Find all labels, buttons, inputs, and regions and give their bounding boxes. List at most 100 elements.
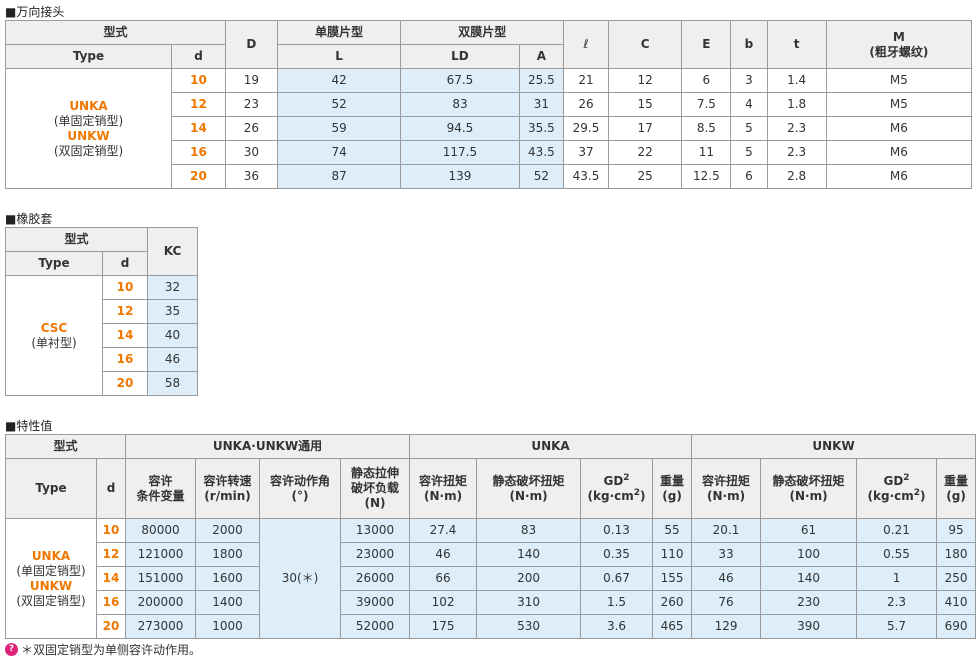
cell-unka-torque: 66 xyxy=(409,566,478,591)
cell-d: 10 xyxy=(101,275,149,300)
header-C: C xyxy=(607,20,683,69)
cell-unka-torque: 27.4 xyxy=(409,518,478,543)
cell-M: M5 xyxy=(825,68,973,93)
cell-E: 7.5 xyxy=(681,92,732,117)
cell-unkw-weight: 250 xyxy=(936,566,977,591)
info-icon: ? xyxy=(5,643,18,656)
cell-unkw-gd: 5.7 xyxy=(856,614,938,639)
cell-b: 3 xyxy=(730,68,768,93)
header-unkw-gd: GD2 (kg·cm2) xyxy=(856,458,938,519)
cell-d: 16 xyxy=(101,347,149,372)
cell-M: M6 xyxy=(825,140,973,165)
cell-l: 37 xyxy=(563,140,609,165)
header-tensile-line1: 静态拉伸 xyxy=(351,466,400,480)
header-speed-line1: 容许转速 xyxy=(203,473,252,488)
section-title-rubber: ■橡胶套 xyxy=(5,212,53,226)
cell-M: M6 xyxy=(825,164,973,189)
cell-l: 21 xyxy=(563,68,609,93)
cell-LD: 67.5 xyxy=(400,68,520,93)
cell-d: 14 xyxy=(101,323,149,348)
header-variable: 容许 条件变量 xyxy=(125,458,197,519)
cell-d: 20 xyxy=(101,371,149,396)
cell-b: 6 xyxy=(730,164,768,189)
cell-C: 25 xyxy=(607,164,683,189)
cell-L: 52 xyxy=(276,92,402,117)
cell-b: 5 xyxy=(730,116,768,141)
cell-unka-weight: 110 xyxy=(652,542,693,567)
cell-speed: 1800 xyxy=(195,542,261,567)
cell-unka-break: 310 xyxy=(476,590,582,615)
cell-D: 19 xyxy=(224,68,278,93)
cell-speed: 1600 xyxy=(195,566,261,591)
type-unkw-sub: (双固定销型) xyxy=(16,593,86,608)
cell-d: 10 xyxy=(95,518,127,543)
header-unkw-weight-line1: 重量 xyxy=(944,473,969,488)
type-csc-sub: (单衬型) xyxy=(31,335,77,350)
header-unka-weight: 重量 (g) xyxy=(652,458,693,519)
cell-M: M5 xyxy=(825,92,973,117)
cell-unkw-break: 230 xyxy=(760,590,858,615)
cell-unka-gd: 1.5 xyxy=(580,590,654,615)
header-variable-line2: 条件变量 xyxy=(136,488,185,503)
header-double: 双膜片型 xyxy=(400,20,565,45)
gd-unit-close: ) xyxy=(640,488,646,503)
cell-LD: 139 xyxy=(400,164,520,189)
rubber-sleeve-table: 型式 KC Type d CSC (单衬型) 10 32 12 35 14 40… xyxy=(4,227,199,396)
cell-unka-weight: 155 xyxy=(652,566,693,591)
cell-unkw-torque: 76 xyxy=(691,590,762,615)
cell-unka-torque: 175 xyxy=(409,614,478,639)
cell-unkw-break: 390 xyxy=(760,614,858,639)
header-l: ℓ xyxy=(563,20,609,69)
header-unka-break-line1: 静态破坏扭矩 xyxy=(492,473,565,488)
cell-d: 12 xyxy=(101,299,149,324)
cell-unkw-weight: 180 xyxy=(936,542,977,567)
header-unkw-break: 静态破坏扭矩 (N·m) xyxy=(760,458,858,519)
header-type-cn: 型式 xyxy=(4,434,127,459)
type-cell: CSC (单衬型) xyxy=(5,275,103,396)
cell-unka-torque: 46 xyxy=(409,542,478,567)
cell-unka-gd: 0.13 xyxy=(580,518,654,543)
cell-unka-gd: 0.67 xyxy=(580,566,654,591)
header-t: t xyxy=(766,20,827,69)
type-unka: UNKA xyxy=(31,548,71,563)
cell-t: 2.3 xyxy=(766,140,827,165)
cell-unkw-torque: 33 xyxy=(691,542,762,567)
table-row: 12 121000 1800 23000 46 140 0.35 110 33 … xyxy=(6,542,977,567)
cell-unkw-gd: 1 xyxy=(856,566,938,591)
header-unka: UNKA xyxy=(409,434,693,459)
cell-A: 35.5 xyxy=(518,116,565,141)
table-row: UNKA (单固定销型) UNKW (双固定销型) 10 19 42 67.5 … xyxy=(5,68,973,189)
cell-d: 14 xyxy=(95,566,127,591)
cell-unka-break: 530 xyxy=(476,614,582,639)
table-row: 20 273000 1000 52000 175 530 3.6 465 129… xyxy=(6,614,977,639)
header-unkw-weight: 重量 (g) xyxy=(936,458,977,519)
gd-unit: (kg·cm xyxy=(587,488,634,503)
cell-t: 2.3 xyxy=(766,116,827,141)
type-unkw: UNKW xyxy=(67,128,110,143)
cell-unkw-break: 61 xyxy=(760,518,858,543)
cell-L: 87 xyxy=(276,164,402,189)
header-type-cn: 型式 xyxy=(4,227,149,252)
cell-unkw-weight: 95 xyxy=(936,518,977,543)
header-LD: LD xyxy=(400,44,520,69)
header-single: 单膜片型 xyxy=(276,20,402,45)
cell-tensile: 26000 xyxy=(340,566,411,591)
cell-speed: 1000 xyxy=(195,614,261,639)
cell-unka-weight: 55 xyxy=(652,518,693,543)
header-M: M (粗牙螺纹) xyxy=(825,20,973,69)
cell-unka-gd: 3.6 xyxy=(580,614,654,639)
section-title-props: ■特性值 xyxy=(5,419,53,433)
cell-unka-gd: 0.35 xyxy=(580,542,654,567)
header-d: d xyxy=(101,251,149,276)
cell-d: 16 xyxy=(95,590,127,615)
header-unka-break: 静态破坏扭矩 (N·m) xyxy=(476,458,582,519)
cell-speed: 2000 xyxy=(195,518,261,543)
cell-d: 16 xyxy=(171,140,226,165)
header-common: UNKA·UNKW通用 xyxy=(125,434,411,459)
type-unka: UNKA xyxy=(69,98,108,113)
cell-unkw-weight: 690 xyxy=(936,614,977,639)
header-variable-line1: 容许 xyxy=(148,473,173,488)
cell-unka-break: 200 xyxy=(476,566,582,591)
header-unka-break-line2: (N·m) xyxy=(509,488,548,503)
cell-D: 30 xyxy=(224,140,278,165)
